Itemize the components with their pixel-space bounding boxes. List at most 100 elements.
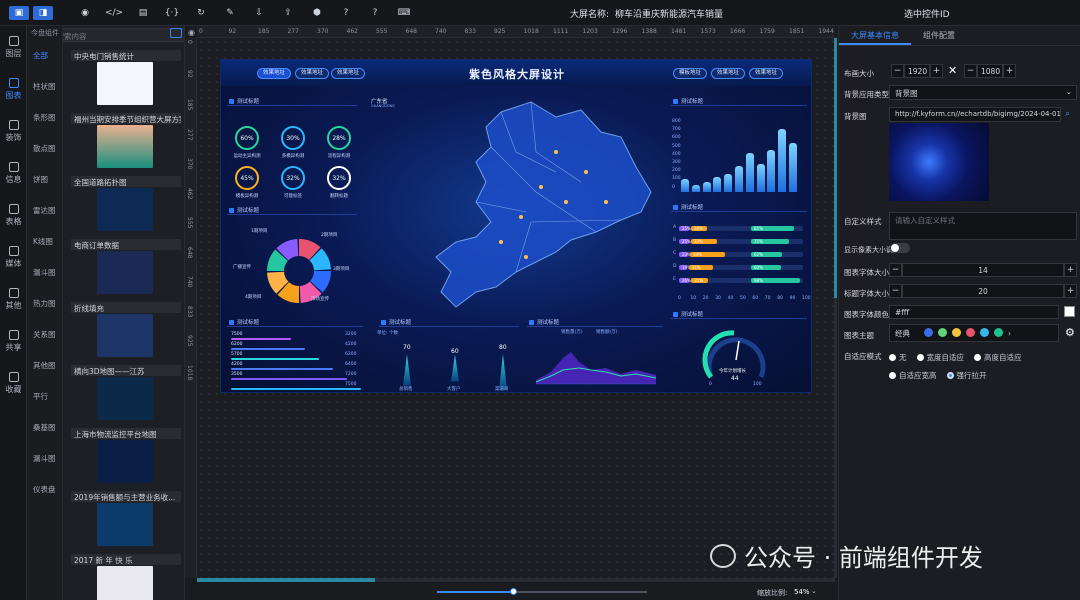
layout-left-button[interactable]: ▣: [9, 5, 29, 20]
donut-label: 1期项目: [251, 229, 268, 234]
zoom-slider-knob[interactable]: [509, 588, 517, 595]
download-icon[interactable]: ⇩: [249, 6, 269, 20]
chevron-down-icon[interactable]: ⌄: [811, 587, 817, 595]
refresh-icon[interactable]: ↻: [191, 6, 211, 20]
component-card[interactable]: 福州当期安排季节组织营大屏方案: [71, 113, 181, 171]
zoom-slider[interactable]: [437, 588, 647, 595]
nav-charts[interactable]: 图表: [0, 68, 27, 110]
vertical-scroll-thumb[interactable]: [834, 38, 837, 298]
adapt-radio-option[interactable]: 自适应宽高: [889, 367, 937, 384]
nav-layers[interactable]: 图层: [0, 26, 27, 68]
dashboard-preview[interactable]: 紫色风格大屏设计 效果地址 效果地址 效果地址 模板地址 效果地址 效果地址 测…: [220, 59, 812, 393]
adapt-radio-option[interactable]: 高度自适应: [974, 349, 1022, 366]
category-item[interactable]: 饼图: [27, 164, 62, 195]
category-item[interactable]: 漏斗图: [27, 443, 62, 474]
component-card[interactable]: 中央电门销售统计: [71, 50, 181, 108]
pill-link[interactable]: 效果地址: [711, 68, 746, 79]
category-item[interactable]: 散点图: [27, 133, 62, 164]
adapt-radio-option[interactable]: 无: [889, 349, 907, 366]
bg-image-url-input[interactable]: http://f.kyform.cn//echartdb/bigimg/2024…: [889, 107, 1061, 122]
nav-info[interactable]: 信息: [0, 152, 27, 194]
bar-y-tick: 600: [672, 135, 681, 141]
height-plus-button[interactable]: +: [1003, 64, 1016, 78]
hbar-segment-c: 60%: [751, 265, 781, 270]
component-card[interactable]: 电商订单数据: [71, 239, 181, 297]
brush-icon[interactable]: ✎: [220, 6, 240, 20]
category-item[interactable]: 全部: [27, 40, 62, 71]
theme-swatches: [924, 327, 1008, 339]
pill-link[interactable]: 模板地址: [673, 68, 708, 79]
component-card[interactable]: 2017 新 年 快 乐: [71, 554, 181, 600]
search-icon[interactable]: ⌕: [1065, 109, 1070, 119]
code-icon[interactable]: </>: [104, 6, 124, 20]
category-item[interactable]: 柱状图: [27, 71, 62, 102]
width-input[interactable]: 1920: [904, 64, 930, 78]
category-item[interactable]: 仪表盘: [27, 474, 62, 505]
tab-component-config[interactable]: 组件配置: [911, 26, 967, 45]
category-item[interactable]: 其他图: [27, 350, 62, 381]
adapt-radio-option[interactable]: 强行拉开: [946, 367, 987, 384]
pixel-toggle[interactable]: [890, 243, 910, 253]
category-item[interactable]: 漏斗图: [27, 257, 62, 288]
json-icon[interactable]: {·}: [162, 6, 182, 20]
category-item[interactable]: 热力图: [27, 288, 62, 319]
save-icon[interactable]: ▤: [133, 6, 153, 20]
theme-select[interactable]: 经典 ›: [889, 324, 1059, 342]
search-icon[interactable]: [170, 28, 182, 38]
nav-table[interactable]: 表格: [0, 194, 27, 236]
component-card[interactable]: 折线填充: [71, 302, 181, 360]
component-card[interactable]: 2019年销售额与主营业务收...: [71, 491, 181, 549]
title-size-plus-button[interactable]: +: [1064, 284, 1077, 298]
horizontal-scroll-thumb[interactable]: [197, 578, 375, 582]
font-color-input[interactable]: #fff: [889, 305, 1059, 319]
eye-icon[interactable]: ◉: [186, 26, 197, 38]
title-size-minus-button[interactable]: −: [889, 284, 902, 298]
height-input[interactable]: 1080: [977, 64, 1003, 78]
component-card[interactable]: 上海市物流监控平台地图: [71, 428, 181, 486]
layout-right-button[interactable]: ◨: [33, 5, 53, 20]
nav-decor[interactable]: 装饰: [0, 110, 27, 152]
component-card[interactable]: 横向3D地图——江苏: [71, 365, 181, 423]
cube-icon[interactable]: ⬢: [307, 6, 327, 20]
pill-link[interactable]: 效果地址: [295, 68, 330, 79]
horizontal-scrollbar[interactable]: [197, 578, 835, 582]
ring-gauge: 28%: [327, 126, 351, 150]
category-item[interactable]: 平行: [27, 381, 62, 412]
tab-screen-info[interactable]: 大屏基本信息: [839, 26, 911, 45]
keyboard-icon[interactable]: ⌨: [394, 6, 414, 20]
vertical-scrollbar[interactable]: [834, 38, 837, 578]
category-item[interactable]: 雷达图: [27, 195, 62, 226]
nav-other[interactable]: 其他: [0, 278, 27, 320]
upload-icon[interactable]: ⇧: [278, 6, 298, 20]
line-row-end: 3200: [345, 332, 357, 337]
font-size-plus-button[interactable]: +: [1064, 263, 1077, 277]
pill-link[interactable]: 效果地址: [749, 68, 784, 79]
component-search-input[interactable]: 请输入搜索内容: [63, 28, 184, 42]
category-item[interactable]: 条形图: [27, 102, 62, 133]
nav-favorites[interactable]: 收藏: [0, 362, 27, 404]
pill-link[interactable]: 效果地址: [257, 68, 292, 79]
category-item[interactable]: 关系图: [27, 319, 62, 350]
nav-media[interactable]: 媒体: [0, 236, 27, 278]
preview-eye-icon[interactable]: ◉: [75, 6, 95, 20]
pill-link[interactable]: 效果地址: [331, 68, 366, 79]
width-minus-button[interactable]: −: [891, 64, 904, 78]
height-minus-button[interactable]: −: [964, 64, 977, 78]
info-icon[interactable]: ?: [365, 6, 385, 20]
title-size-input[interactable]: 20: [902, 284, 1064, 298]
zoom-value[interactable]: 54%: [794, 588, 810, 596]
nav-share[interactable]: 共享: [0, 320, 27, 362]
font-color-swatch[interactable]: [1064, 306, 1075, 317]
custom-style-textarea[interactable]: 请输入自定义样式: [889, 212, 1077, 240]
width-plus-button[interactable]: +: [930, 64, 943, 78]
category-item[interactable]: 桑基图: [27, 412, 62, 443]
gear-icon[interactable]: ⚙: [1065, 326, 1075, 339]
adapt-radio-option[interactable]: 宽度自适应: [916, 349, 964, 366]
font-size-minus-button[interactable]: −: [889, 263, 902, 277]
bg-type-select[interactable]: 背景图 ⌄: [889, 85, 1077, 100]
component-card[interactable]: 全国道路拓扑图: [71, 176, 181, 234]
bg-image-preview[interactable]: [889, 123, 989, 201]
help-icon[interactable]: ?: [336, 6, 356, 20]
font-size-input[interactable]: 14: [902, 263, 1064, 277]
category-item[interactable]: K线图: [27, 226, 62, 257]
